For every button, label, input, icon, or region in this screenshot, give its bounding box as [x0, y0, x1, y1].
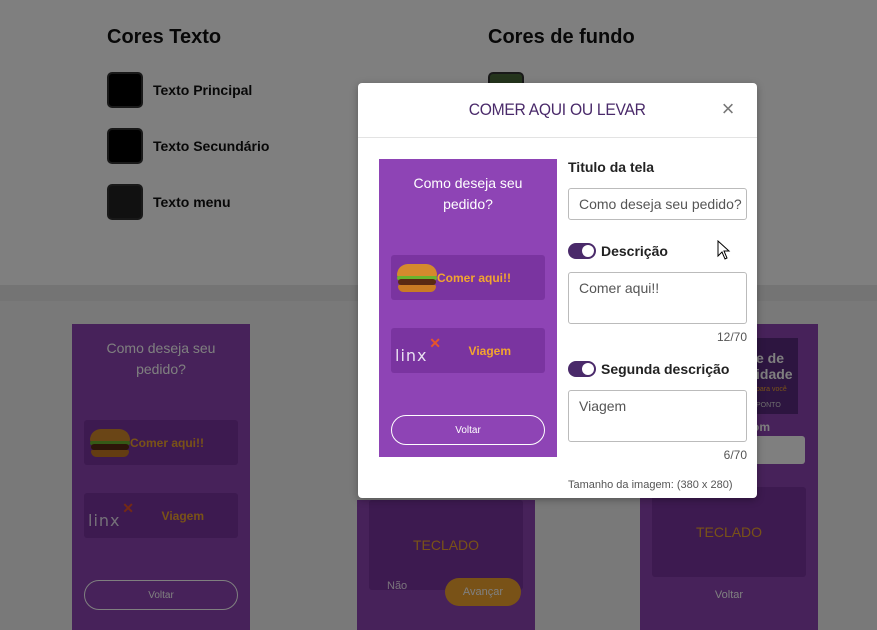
preview-option-eat-here-label: Comer aqui!! [437, 270, 512, 285]
description-toggle[interactable] [568, 243, 596, 259]
modal-header: COMER AQUI OU LEVAR × [358, 83, 757, 138]
preview-option-takeaway-label: Viagem [468, 343, 511, 358]
description-label: Descrição [601, 243, 668, 259]
second-description-toggle-row: Segunda descrição [568, 361, 729, 377]
screen-title-input[interactable]: Como deseja seu pedido? [568, 188, 747, 220]
preview-option-eat-here: Comer aqui!! [391, 255, 545, 300]
screen-title-label: Titulo da tela [568, 159, 655, 175]
linx-logo-icon: linx✕ [395, 334, 441, 365]
modal-title: COMER AQUI OU LEVAR [469, 100, 646, 119]
mouse-cursor-icon [717, 240, 731, 260]
second-description-textarea[interactable]: Viagem [568, 390, 747, 442]
image-size-hint: Tamanho da imagem: (380 x 280) [568, 479, 733, 491]
description-textarea[interactable]: Comer aqui!! [568, 272, 747, 324]
preview-option-takeaway: linx ✕ Viagem [391, 328, 545, 373]
second-description-counter: 6/70 [723, 448, 747, 462]
preview-back-button: Voltar [391, 415, 545, 445]
description-counter: 12/70 [716, 330, 747, 344]
second-description-label: Segunda descrição [601, 361, 730, 377]
modal-phone-preview: Como deseja seu pedido? Comer aqui!! lin… [379, 159, 557, 457]
burger-icon [397, 263, 437, 292]
preview-question: Como deseja seu pedido? [413, 175, 523, 212]
description-toggle-row: Descrição [568, 243, 668, 259]
close-icon[interactable]: × [719, 98, 737, 120]
eat-here-or-takeaway-modal: COMER AQUI OU LEVAR × Como deseja seu pe… [358, 83, 757, 498]
second-description-toggle[interactable] [568, 361, 596, 377]
